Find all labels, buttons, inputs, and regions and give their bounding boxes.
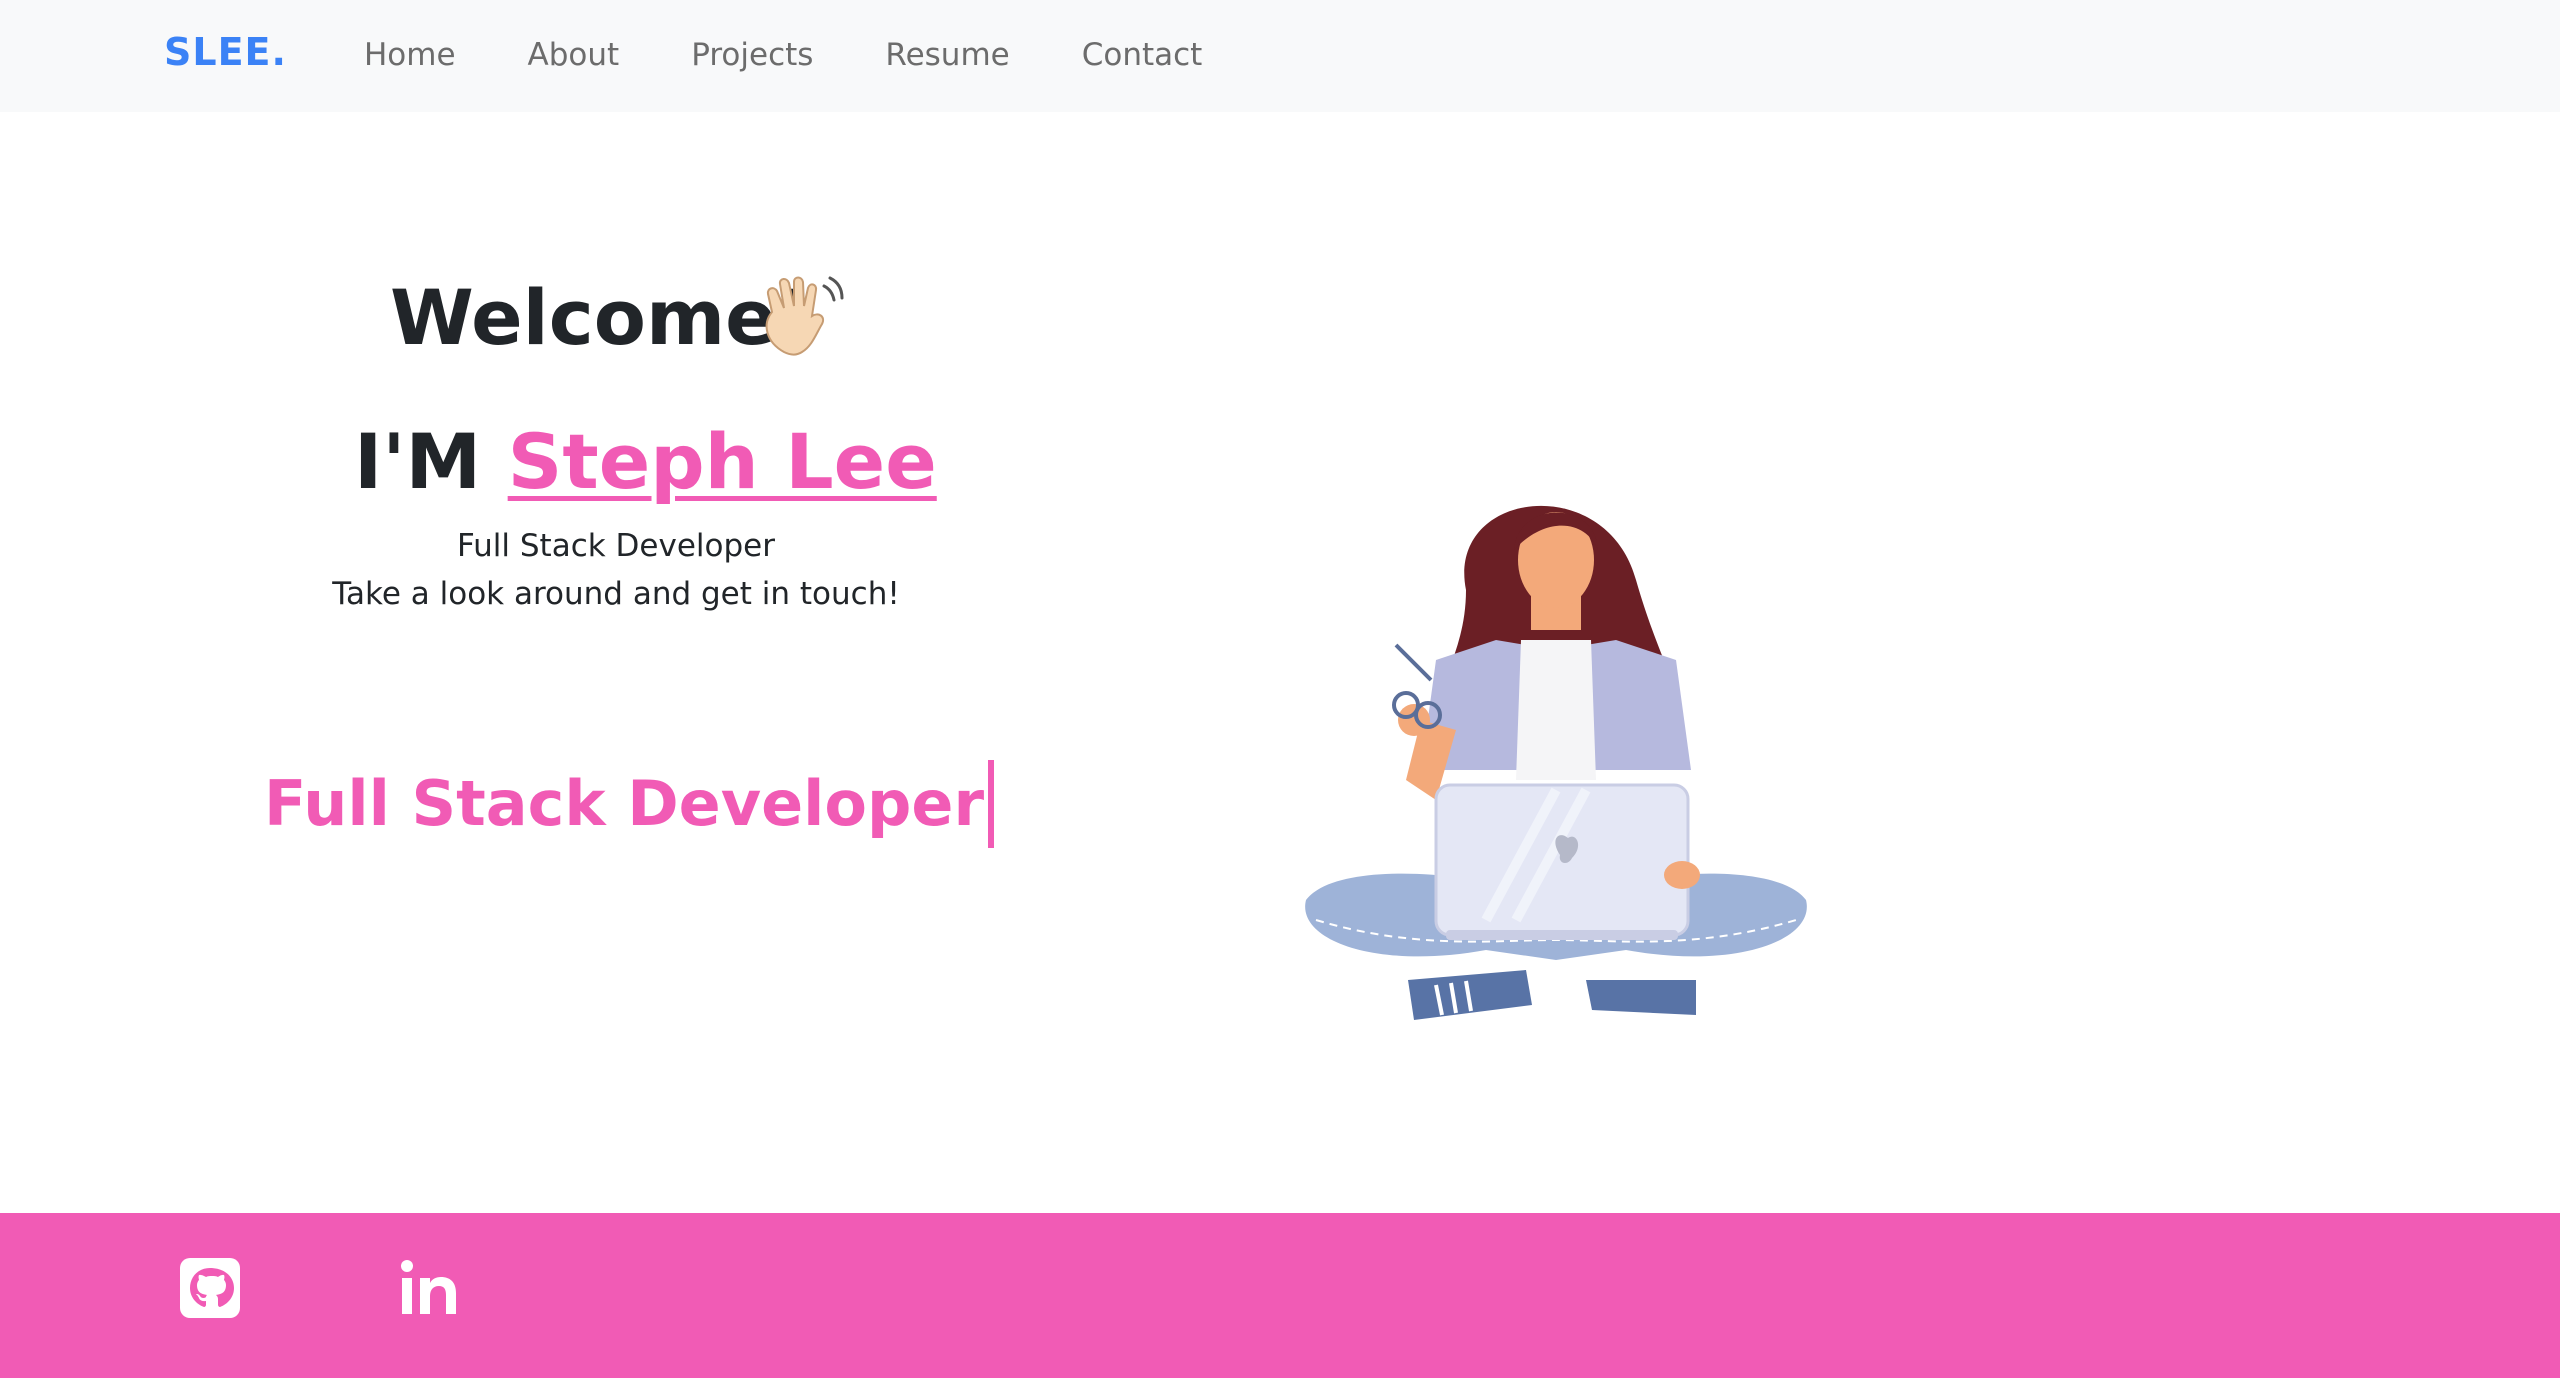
waving-hand-icon — [754, 272, 846, 364]
typewriter-text: Full Stack Developer — [264, 760, 995, 848]
tagline-role: Full Stack Developer — [457, 528, 775, 564]
intro-prefix: I'M — [354, 417, 482, 506]
typewriter-cursor — [988, 760, 995, 848]
name-text: Steph Lee — [507, 417, 937, 506]
intro-heading: I'M Steph Lee — [354, 412, 937, 512]
welcome-heading: Welcome! — [390, 273, 812, 362]
hero-section: Welcome! I'M Steph Lee Full Stack Develo… — [0, 0, 1232, 1213]
github-icon[interactable] — [178, 1256, 242, 1320]
footer — [0, 1213, 2560, 1378]
hero-illustration — [1296, 480, 1816, 1040]
tagline-invite: Take a look around and get in touch! — [332, 576, 900, 612]
linkedin-icon[interactable] — [398, 1256, 462, 1320]
typewriter-label: Full Stack Developer — [264, 767, 985, 840]
